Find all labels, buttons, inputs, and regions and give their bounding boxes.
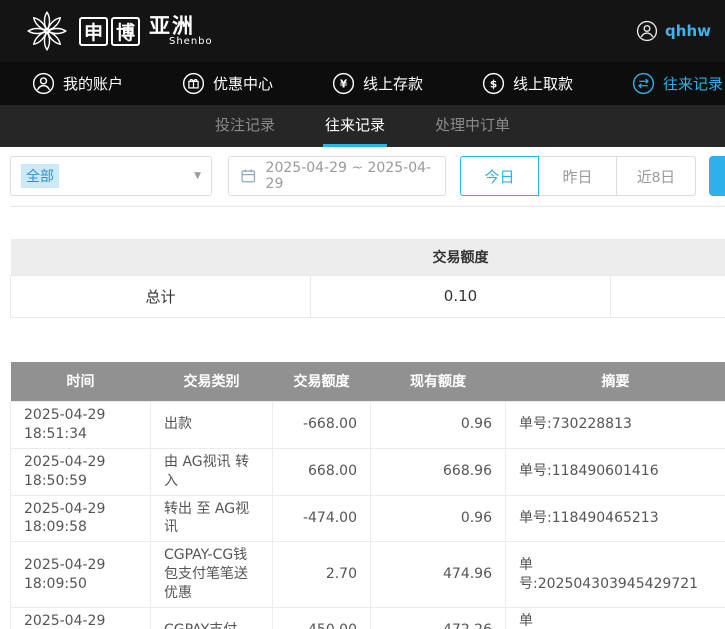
- cell-type: 出款: [151, 402, 273, 449]
- cell-summary: 单号:730228813: [506, 402, 725, 449]
- summary-header-row: 交易额度: [11, 239, 725, 275]
- cell-type: CGPAY-CG钱包支付笔笔送优惠: [151, 542, 273, 608]
- col-summary: 摘要: [506, 362, 725, 402]
- cell-amount: 668.00: [273, 448, 371, 495]
- col-amount: 交易额度: [273, 362, 371, 402]
- tab-label: 投注记录: [215, 114, 275, 135]
- gift-circle-icon: [182, 72, 205, 95]
- table-row: 2025-04-29 18:51:34 出款 -668.00 0.96 单号:7…: [11, 402, 725, 449]
- cell-balance: 668.96: [371, 448, 506, 495]
- tab-betting-records[interactable]: 投注记录: [213, 105, 277, 147]
- summary-total-label: 总计: [11, 275, 311, 317]
- logo-char-bo: 博: [111, 17, 140, 46]
- cell-time: 2025-04-29 18:09:50: [11, 542, 151, 608]
- yuan-glyph: ¥: [340, 78, 348, 90]
- cell-time: 2025-04-29 18:09:50: [11, 608, 151, 629]
- cell-summary: 单号:202504303945429721: [506, 542, 725, 608]
- summary-empty-cell: [611, 275, 725, 317]
- nav-item-my-account[interactable]: 我的账户: [32, 72, 123, 95]
- user-avatar-icon: [636, 20, 658, 42]
- logo-suffix: 亚洲: [149, 15, 213, 37]
- username: qhhw: [665, 22, 711, 40]
- cell-balance: 0.96: [371, 495, 506, 542]
- calendar-icon: [240, 167, 257, 185]
- cell-time: 2025-04-29 18:51:34: [11, 402, 151, 449]
- cell-balance: 0.96: [371, 402, 506, 449]
- cell-summary: 单号:202504303945429721: [506, 608, 725, 629]
- cell-type: CGPAY支付: [151, 608, 273, 629]
- cell-amount: 2.70: [273, 542, 371, 608]
- sub-nav: 投注记录 往来记录 处理中订单: [0, 105, 725, 147]
- logo-subtitle: Shenbo: [149, 37, 213, 48]
- summary-header-empty: [611, 239, 725, 275]
- nav-item-label: 我的账户: [63, 73, 123, 94]
- deposit-circle-icon: ¥: [332, 72, 355, 95]
- quick-btn-yesterday[interactable]: 昨日: [538, 156, 617, 196]
- cell-type: 转出 至 AG视讯: [151, 495, 273, 542]
- table-row: 2025-04-29 18:09:50 CGPAY支付 450.00 472.2…: [11, 608, 725, 629]
- nav-item-label: 优惠中心: [213, 73, 273, 94]
- col-time: 时间: [11, 362, 151, 402]
- logo-char-shen: 申: [79, 17, 108, 46]
- summary-header-empty: [11, 239, 311, 275]
- section-divider: [10, 206, 725, 207]
- summary-table: 交易额度 总计 0.10: [10, 239, 725, 318]
- dollar-glyph: $: [490, 78, 497, 90]
- cell-amount: 450.00: [273, 608, 371, 629]
- tab-label: 往来记录: [325, 114, 385, 135]
- query-button[interactable]: [709, 156, 725, 196]
- summary-total-row: 总计 0.10: [11, 275, 725, 317]
- quick-btn-today[interactable]: 今日: [460, 156, 539, 196]
- cell-time: 2025-04-29 18:50:59: [11, 448, 151, 495]
- type-select[interactable]: 全部 ▼: [10, 156, 212, 196]
- withdraw-circle-icon: $: [482, 72, 505, 95]
- table-row: 2025-04-29 18:09:50 CGPAY-CG钱包支付笔笔送优惠 2.…: [11, 542, 725, 608]
- tab-label: 处理中订单: [435, 114, 510, 135]
- summary-total-value: 0.10: [311, 275, 611, 317]
- date-range-picker[interactable]: 2025-04-29 ~ 2025-04-29: [228, 156, 446, 196]
- cell-amount: -668.00: [273, 402, 371, 449]
- nav-item-online-deposit[interactable]: ¥ 线上存款: [332, 72, 423, 95]
- chevron-down-icon: ▼: [194, 171, 201, 181]
- nav-item-transaction-records[interactable]: 往来记录: [632, 72, 723, 95]
- cell-summary: 单号:118490465213: [506, 495, 725, 542]
- cell-type: 由 AG视讯 转入: [151, 448, 273, 495]
- cell-amount: -474.00: [273, 495, 371, 542]
- table-row: 2025-04-29 18:09:58 转出 至 AG视讯 -474.00 0.…: [11, 495, 725, 542]
- tab-processing-orders[interactable]: 处理中订单: [433, 105, 512, 147]
- nav-item-label: 往来记录: [663, 73, 723, 94]
- main-nav: 我的账户 优惠中心 ¥ 线上存款 $ 线上取款 往来记录: [0, 62, 725, 105]
- cell-summary: 单号:118490601416: [506, 448, 725, 495]
- records-table: 时间 交易类别 交易额度 现有额度 摘要 2025-04-29 18:51:34…: [10, 362, 725, 629]
- header-user[interactable]: qhhw: [636, 20, 711, 42]
- nav-item-promotions[interactable]: 优惠中心: [182, 72, 273, 95]
- table-row: 2025-04-29 18:50:59 由 AG视讯 转入 668.00 668…: [11, 448, 725, 495]
- nav-item-label: 线上存款: [363, 73, 423, 94]
- col-type: 交易类别: [151, 362, 273, 402]
- cell-balance: 474.96: [371, 542, 506, 608]
- type-select-value: 全部: [21, 164, 59, 188]
- brand-logo[interactable]: 申 博 亚洲 Shenbo: [24, 8, 213, 54]
- date-range-value: 2025-04-29 ~ 2025-04-29: [266, 160, 434, 192]
- filter-bar: 全部 ▼ 2025-04-29 ~ 2025-04-29 今日 昨日 近8日: [0, 147, 725, 206]
- cell-time: 2025-04-29 18:09:58: [11, 495, 151, 542]
- logo-suffix-block: 亚洲 Shenbo: [149, 15, 213, 48]
- summary-header-amount: 交易额度: [311, 239, 611, 275]
- top-header: 申 博 亚洲 Shenbo qhhw: [0, 0, 725, 62]
- quick-date-group: 今日 昨日 近8日: [460, 156, 696, 196]
- tab-transaction-records[interactable]: 往来记录: [323, 105, 387, 147]
- quick-btn-last8days[interactable]: 近8日: [616, 156, 696, 196]
- cell-balance: 472.26: [371, 608, 506, 629]
- records-header-row: 时间 交易类别 交易额度 现有额度 摘要: [11, 362, 725, 402]
- nav-item-online-withdraw[interactable]: $ 线上取款: [482, 72, 573, 95]
- flower-logo-icon: [24, 8, 70, 54]
- records-circle-icon: [632, 72, 655, 95]
- logo-wordmark: 申 博: [79, 17, 140, 46]
- nav-item-label: 线上取款: [513, 73, 573, 94]
- user-circle-icon: [32, 72, 55, 95]
- col-balance: 现有额度: [371, 362, 506, 402]
